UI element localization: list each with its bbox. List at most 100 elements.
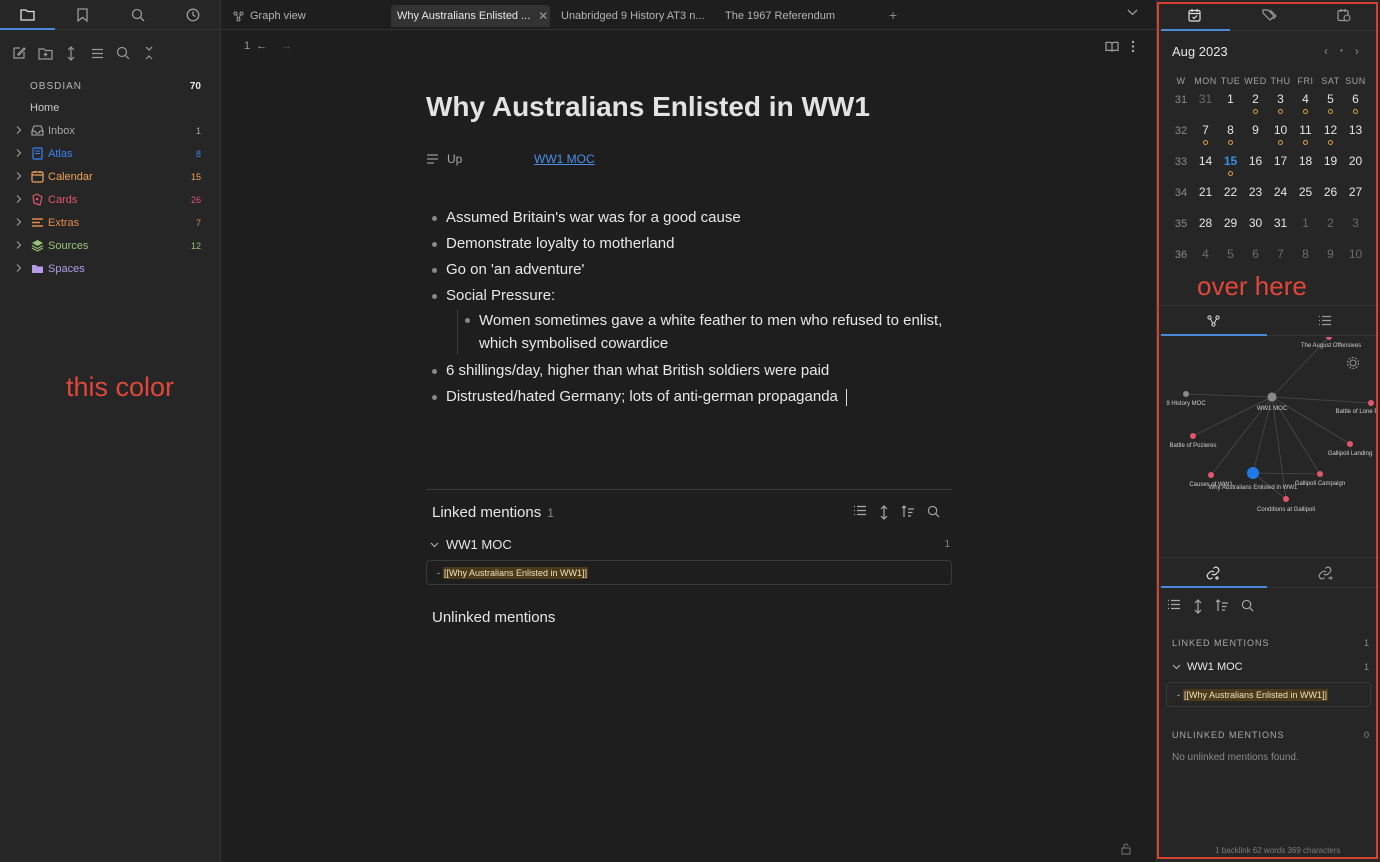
snippet-link[interactable]: [[Why Australians Enlisted in WW1]] — [443, 566, 589, 579]
graph-node[interactable] — [1368, 400, 1374, 406]
chevron-left-icon[interactable]: ‹ — [1324, 44, 1328, 58]
folder-atlas[interactable]: Atlas 8 — [0, 142, 220, 165]
calendar-day[interactable]: 28 — [1193, 216, 1218, 236]
calendar-day[interactable]: 27 — [1343, 185, 1368, 205]
calendar-day[interactable]: 22 — [1218, 185, 1243, 205]
new-tab-button[interactable]: + — [889, 7, 897, 23]
linked-mention-group[interactable]: WW1 MOC 1 — [1172, 661, 1369, 673]
week-number[interactable]: 36 — [1169, 247, 1193, 267]
calendar-day[interactable]: 9 — [1243, 123, 1268, 143]
calendar-day[interactable]: 5 — [1318, 92, 1343, 114]
search-icon[interactable] — [1241, 599, 1254, 612]
tab-1967-referendum[interactable]: The 1967 Referendum — [719, 5, 841, 27]
week-number[interactable]: 34 — [1169, 185, 1193, 205]
graph-node[interactable] — [1317, 471, 1323, 477]
graph-node[interactable] — [1190, 433, 1196, 439]
vault-header[interactable]: OBSDIAN 70 — [0, 76, 220, 96]
folder-spaces[interactable]: Spaces — [0, 257, 220, 280]
calendar-day[interactable]: 25 — [1293, 185, 1318, 205]
calendar-day[interactable]: 4 — [1193, 247, 1218, 267]
property-link[interactable]: WW1 MOC — [534, 152, 595, 166]
new-note-button[interactable] — [10, 44, 28, 62]
calendar-day[interactable]: 2 — [1318, 216, 1343, 236]
calendar-day[interactable]: 7 — [1268, 247, 1293, 267]
week-number[interactable]: 35 — [1169, 216, 1193, 236]
chevron-right-icon[interactable] — [14, 194, 24, 204]
calendar-day[interactable]: 8 — [1218, 123, 1243, 145]
folder-extras[interactable]: Extras 7 — [0, 211, 220, 234]
folder-calendar[interactable]: Calendar 15 — [0, 165, 220, 188]
week-number[interactable]: 31 — [1169, 92, 1193, 112]
calendar-day[interactable]: 3 — [1268, 92, 1293, 114]
calendar-day[interactable]: 8 — [1293, 247, 1318, 267]
graph-node[interactable] — [1208, 472, 1214, 478]
folder-cards[interactable]: Cards 26 — [0, 188, 220, 211]
tab-files[interactable] — [0, 0, 55, 30]
calendar-day[interactable]: 19 — [1318, 154, 1343, 174]
calendar-day[interactable]: 6 — [1243, 247, 1268, 267]
calendar-day[interactable]: 16 — [1243, 154, 1268, 174]
linked-mention-group[interactable]: WW1 MOC 1 — [430, 537, 950, 552]
calendar-day[interactable]: 6 — [1343, 92, 1368, 114]
graph-node-active[interactable] — [1247, 467, 1259, 479]
calendar-day[interactable]: 1 — [1218, 92, 1243, 112]
mention-snippet[interactable]: - [[Why Australians Enlisted in WW1]] — [426, 560, 952, 585]
folder-sources[interactable]: Sources 12 — [0, 234, 220, 257]
calendar-day[interactable]: 13 — [1343, 123, 1368, 143]
search-icon[interactable] — [927, 505, 940, 518]
graph-node[interactable] — [1267, 392, 1277, 402]
sort-button[interactable] — [62, 44, 80, 62]
calendar-day[interactable]: 26 — [1318, 185, 1343, 205]
arrows-vertical-icon[interactable] — [879, 505, 889, 520]
calendar-day[interactable]: 20 — [1343, 154, 1368, 174]
chevron-down-icon[interactable] — [1127, 9, 1138, 16]
sort-icon[interactable] — [901, 505, 915, 518]
calendar-day[interactable]: 30 — [1243, 216, 1268, 236]
tab-outgoing-links[interactable] — [1269, 558, 1380, 587]
calendar-day-today[interactable]: 15 — [1218, 154, 1243, 176]
list-item[interactable]: 6 shillings/day, higher than what Britis… — [426, 358, 946, 384]
week-number[interactable]: 32 — [1169, 123, 1193, 143]
chevron-right-icon[interactable]: › — [1355, 44, 1359, 58]
calendar-day[interactable]: 21 — [1193, 185, 1218, 205]
list-item[interactable]: Go on 'an adventure' — [426, 257, 946, 283]
file-home[interactable]: Home — [0, 96, 220, 119]
calendar-day[interactable]: 31 — [1193, 92, 1218, 112]
tab-local-graph[interactable] — [1157, 306, 1269, 336]
tab-recent[interactable] — [165, 0, 220, 29]
tab-why-australians[interactable]: Why Australians Enlisted ... ✕ — [391, 5, 550, 27]
calendar-day[interactable]: 31 — [1268, 216, 1293, 236]
calendar-day[interactable]: 23 — [1243, 185, 1268, 205]
book-open-icon[interactable] — [1105, 41, 1119, 52]
arrows-vertical-icon[interactable] — [1193, 599, 1203, 614]
local-graph[interactable]: The August Offensives 9 History MOC WW1 … — [1157, 337, 1380, 556]
calendar-day[interactable]: 3 — [1343, 216, 1368, 236]
calendar-day[interactable]: 18 — [1293, 154, 1318, 174]
calendar-day[interactable]: 1 — [1293, 216, 1318, 236]
forward-arrow-icon[interactable]: → — [281, 40, 292, 52]
chevron-right-icon[interactable] — [14, 125, 24, 135]
chevron-right-icon[interactable] — [14, 148, 24, 158]
list-item-last[interactable]: Distrusted/hated Germany; lots of anti-g… — [426, 384, 946, 410]
calendar-day[interactable]: 2 — [1243, 92, 1268, 114]
calendar-day[interactable]: 24 — [1268, 185, 1293, 205]
sort-icon[interactable] — [1215, 599, 1229, 612]
tab-search[interactable] — [110, 0, 165, 29]
mention-snippet[interactable]: - [[Why Australians Enlisted in WW1]] — [1166, 682, 1371, 707]
snippet-link[interactable]: [[Why Australians Enlisted in WW1]] — [1183, 688, 1329, 701]
graph-canvas[interactable]: The August Offensives 9 History MOC WW1 … — [1157, 337, 1380, 556]
calendar-day[interactable]: 10 — [1268, 123, 1293, 145]
tab-calendar[interactable] — [1157, 0, 1232, 31]
tab-periodic-notes[interactable] — [1306, 0, 1380, 30]
calendar-day[interactable]: 9 — [1318, 247, 1343, 267]
list-item[interactable]: Assumed Britain's war was for a good cau… — [426, 205, 946, 231]
sub-list-item[interactable]: Women sometimes gave a white feather to … — [457, 309, 946, 355]
list-item[interactable]: Social Pressure: — [426, 283, 946, 309]
list-view-button[interactable] — [88, 44, 106, 62]
chevron-right-icon[interactable] — [14, 263, 24, 273]
calendar-day[interactable]: 5 — [1218, 247, 1243, 267]
calendar-day[interactable]: 14 — [1193, 154, 1218, 174]
close-icon[interactable]: ✕ — [538, 9, 548, 23]
tab-bookmarks[interactable] — [55, 0, 110, 29]
page-title[interactable]: Why Australians Enlisted in WW1 — [426, 91, 870, 123]
